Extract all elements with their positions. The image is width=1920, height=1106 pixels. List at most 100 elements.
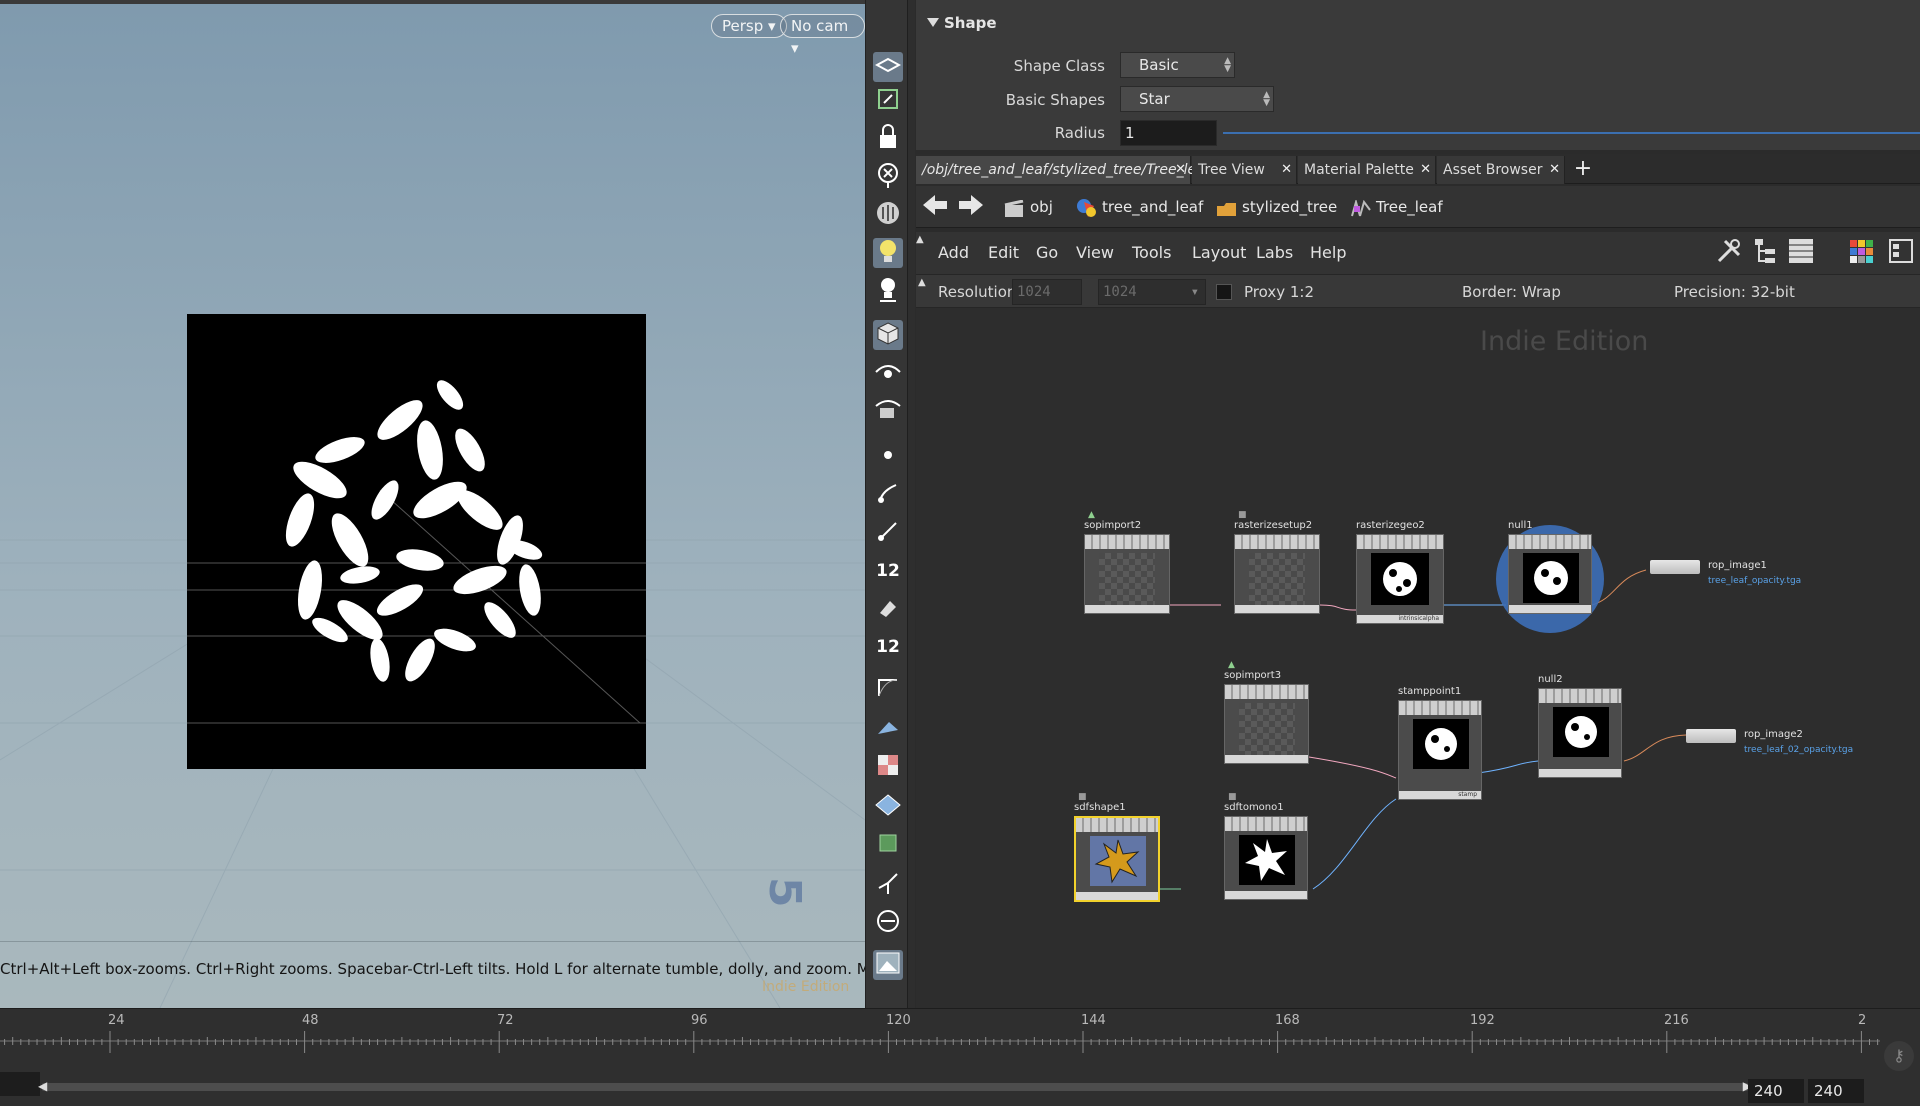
node-null2[interactable]: null2 (1538, 674, 1622, 778)
node-rasterizesetup2[interactable]: ■ rasterizesetup2 (1234, 510, 1320, 614)
frame-range-slider[interactable]: ◀ ▶ (38, 1079, 1752, 1093)
precision-label[interactable]: Precision: 32-bit (1674, 283, 1795, 301)
tab-tree-view[interactable]: Tree View ✕ (1192, 156, 1297, 184)
list-view-button[interactable] (1786, 238, 1816, 268)
range-start-field[interactable] (0, 1072, 40, 1096)
lock-camera-tool[interactable] (873, 124, 903, 154)
menu-edit[interactable]: Edit (988, 243, 1019, 262)
shading-tool[interactable] (873, 320, 903, 350)
global-end-frame-input[interactable]: 240 (1808, 1079, 1864, 1103)
viewport-divider (0, 941, 865, 942)
menu-layout[interactable]: Layout (1192, 243, 1246, 262)
node-stamppoint1[interactable]: stamppoint1 stamp (1398, 686, 1482, 800)
tab-material-palette[interactable]: Material Palette ✕ (1298, 156, 1436, 184)
prim-display-tool[interactable] (873, 594, 903, 624)
border-mode-label[interactable]: Border: Wrap (1462, 283, 1561, 301)
resolution-x-input[interactable]: 1024 (1012, 279, 1082, 305)
tools-button[interactable] (1714, 238, 1744, 268)
key-icon[interactable]: ⚷ (1884, 1041, 1914, 1071)
normal-display-tool[interactable] (873, 518, 903, 548)
color-palette-button[interactable] (1846, 238, 1876, 268)
point-numbers-tool[interactable]: 12 (873, 556, 903, 586)
radius-input[interactable]: 1 (1120, 120, 1217, 146)
back-button[interactable] (920, 194, 950, 220)
snap-tool[interactable] (873, 86, 903, 116)
light-tool[interactable] (873, 276, 903, 306)
menu-view[interactable]: View (1076, 243, 1114, 262)
uv-tool[interactable] (873, 714, 903, 744)
geo-object-icon (1076, 198, 1096, 217)
view-tool[interactable] (873, 200, 903, 230)
pane-tab-bar: /obj/tree_and_leaf/stylized_tree/Tree_le… (916, 154, 1920, 184)
perspective-menu[interactable]: Persp ▾ (711, 14, 787, 38)
shape-palette-button[interactable] (1886, 238, 1916, 268)
breadcrumb-label: obj (1030, 198, 1053, 216)
shape-section-header[interactable]: Shape (916, 10, 1920, 38)
close-icon[interactable]: ✕ (1281, 156, 1292, 184)
add-tab-button[interactable]: + (1570, 156, 1596, 184)
eye-icon (874, 360, 902, 386)
breadcrumb-tree-leaf[interactable]: Tree_leaf (1346, 192, 1443, 222)
toolbar-scrollbar[interactable] (907, 0, 915, 1008)
forward-button[interactable] (956, 194, 986, 220)
display-options-tool[interactable] (873, 52, 903, 82)
viewport-watermark: Indie Edition (762, 979, 850, 995)
list-icon (1787, 237, 1815, 269)
pane-handle-icon[interactable]: ▲ (916, 234, 924, 245)
edge-display-tool[interactable] (873, 480, 903, 510)
breadcrumb-tree-and-leaf[interactable]: tree_and_leaf (1072, 192, 1203, 222)
node-sdftomono1[interactable]: ■ sdftomono1 (1224, 792, 1308, 900)
camera-tool[interactable] (873, 396, 903, 426)
transform-tool[interactable] (873, 870, 903, 900)
node-null1[interactable]: null1 (1508, 520, 1592, 614)
hide-tool[interactable] (873, 162, 903, 192)
background-image-tool[interactable] (873, 950, 903, 980)
tree-layout-button[interactable] (1750, 238, 1780, 268)
node-sdfshape1[interactable]: ■ sdfshape1 (1074, 792, 1160, 902)
shape-class-select[interactable]: Basic ▲ ▼ (1120, 52, 1235, 78)
tab-network-path[interactable]: /obj/tree_and_leaf/stylized_tree/Tree_le… (916, 156, 1210, 184)
parameter-pane: Shape Shape Class Basic ▲ ▼ Basic Shapes … (916, 0, 1920, 150)
menu-add[interactable]: Add (938, 243, 969, 262)
node-sopimport2[interactable]: ▲ sopimport2 (1084, 510, 1170, 614)
range-start-handle[interactable]: ◀ (38, 1079, 47, 1093)
node-sopimport3[interactable]: ▲ sopimport3 (1224, 660, 1309, 764)
uv-icon (875, 714, 901, 744)
point-display-tool[interactable] (873, 442, 903, 472)
camera-menu[interactable]: No cam ▾ (780, 14, 865, 57)
resolution-y-input[interactable]: 1024 ▾ (1098, 279, 1206, 305)
close-icon[interactable]: ✕ (1420, 156, 1431, 184)
tab-label: Material Palette (1304, 162, 1414, 178)
network-editor[interactable]: Indie Edition ▲ sopimport2 ■ rasterizese… (916, 308, 1920, 1008)
visibility-tool[interactable] (873, 358, 903, 388)
playbar-timeline[interactable]: 24 48 72 96 120 144 168 192 216 2 ⚷ ◀ ▶ … (0, 1008, 1920, 1106)
grid-tool[interactable] (873, 792, 903, 822)
menu-go[interactable]: Go (1036, 243, 1058, 262)
end-frame-input[interactable]: 240 (1748, 1079, 1804, 1103)
radius-slider[interactable] (1223, 132, 1920, 134)
basic-shapes-select[interactable]: Star ▲ ▼ (1120, 86, 1274, 112)
breadcrumb-stylized-tree[interactable]: stylized_tree (1212, 192, 1337, 222)
timeline-ticks (0, 1031, 1880, 1053)
tab-asset-browser[interactable]: Asset Browser ✕ (1437, 156, 1565, 184)
menu-tools[interactable]: Tools (1132, 243, 1171, 262)
texture-tool[interactable] (873, 752, 903, 782)
close-icon[interactable]: ✕ (1549, 156, 1560, 184)
headlight-tool[interactable] (873, 238, 903, 268)
pane-handle-icon[interactable]: ▲ (918, 277, 926, 288)
hull-tool[interactable] (873, 674, 903, 704)
display-mode-tool[interactable] (873, 908, 903, 938)
prim-numbers-tool[interactable]: 12 (873, 632, 903, 662)
scene-viewport[interactable]: 5 Persp ▾ No cam ▾ Ctrl+Alt+Left box-zoo… (0, 0, 865, 1008)
node-flag-icon: ▲ (1228, 660, 1235, 670)
dot-icon (878, 445, 898, 469)
breadcrumb-obj[interactable]: obj (1000, 192, 1053, 222)
menu-help[interactable]: Help (1310, 243, 1346, 262)
proxy-checkbox[interactable] (1216, 284, 1232, 300)
node-wires (1132, 525, 1687, 890)
menu-labs[interactable]: Labs (1256, 243, 1293, 262)
node-rasterizegeo2[interactable]: rasterizegeo2 intrinsicalpha (1356, 520, 1444, 624)
node-label: sdfshape1 (1074, 802, 1126, 813)
close-icon[interactable]: ✕ (1175, 156, 1186, 184)
bounding-box-tool[interactable] (873, 830, 903, 860)
